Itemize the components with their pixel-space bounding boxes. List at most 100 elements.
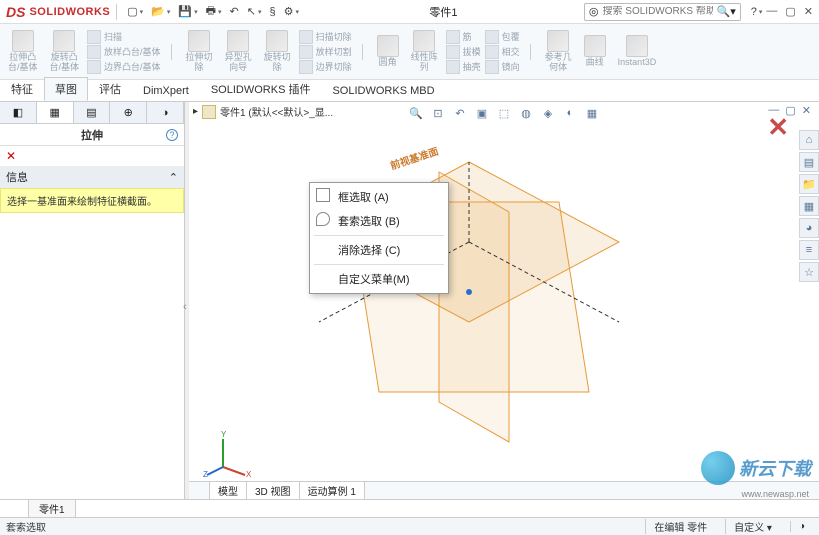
panel-tab-strip: ◧ ▦ ▤ ⊕ ◑ [0, 102, 184, 124]
rebuild-button[interactable]: § [265, 4, 279, 20]
linear-pattern-button[interactable]: 线性阵 列 [407, 28, 442, 75]
help-search-input[interactable] [603, 6, 713, 17]
loft-button[interactable]: 放样凸台/基体 [87, 45, 161, 59]
maximize-button[interactable]: ▢ [785, 5, 795, 18]
tab-3dview[interactable]: 3D 视图 [246, 481, 300, 499]
search-icon[interactable]: 🔍▾ [717, 5, 736, 18]
mirror-button[interactable]: 镜向 [485, 60, 520, 74]
curves-button[interactable]: 曲线 [580, 33, 610, 70]
panel-tab-config[interactable]: ▤ [74, 102, 111, 123]
undo-button[interactable]: ↶ [226, 3, 243, 20]
tab-motion-study[interactable]: 运动算例 1 [299, 481, 365, 499]
new-file-button[interactable]: ▢▾ [123, 3, 147, 20]
minimize-button[interactable]: — [766, 5, 777, 18]
panel-tab-feature-tree[interactable]: ◧ [0, 102, 37, 123]
part-icon [202, 105, 216, 119]
help-search[interactable]: ◎ 🔍▾ [584, 3, 741, 21]
task-view-palette-icon[interactable]: ▦ [799, 196, 819, 216]
print-button[interactable]: 🖶▾ [202, 0, 226, 23]
select-button[interactable]: ↖▾ [243, 3, 266, 20]
options-button[interactable]: ⚙▾ [280, 3, 303, 20]
draft-button[interactable]: 拔模 [446, 45, 481, 59]
open-file-button[interactable]: 📂▾ [147, 3, 174, 20]
save-button[interactable]: 💾▾ [174, 3, 201, 20]
task-properties-icon[interactable]: ≡ [799, 240, 819, 260]
close-button[interactable]: ✕ [804, 5, 813, 18]
status-custom[interactable]: 自定义 ▾ [725, 519, 780, 534]
status-toggle-icon[interactable]: ◑ [790, 521, 813, 532]
feature-sub-group1: 筋 拔模 抽壳 [446, 30, 481, 74]
panel-tab-dimxpert[interactable]: ⊕ [110, 102, 147, 123]
scene-icon[interactable]: ▦ [583, 104, 601, 122]
pm-section-info[interactable]: 信息 ⌃ [0, 166, 184, 188]
boundary-button[interactable]: 边界凸台/基体 [87, 60, 161, 74]
expand-icon[interactable]: ▸ [193, 106, 198, 117]
hide-show-icon[interactable]: ◈ [539, 104, 557, 122]
pm-cancel-button[interactable]: ✕ [0, 146, 184, 166]
rib-button[interactable]: 筋 [446, 30, 481, 44]
pm-title: 拉伸 [81, 127, 103, 143]
status-bar: 套索选取 在编辑 零件 自定义 ▾ ◑ [0, 517, 819, 535]
status-edit-mode: 在编辑 零件 [645, 519, 715, 534]
section-view-icon[interactable]: ▣ [473, 104, 491, 122]
box-select-item[interactable]: 框选取 (A) [310, 185, 448, 209]
extrude-cut-button[interactable]: 拉伸切 除 [182, 28, 217, 75]
doc-close-icon[interactable]: ✕ [802, 104, 811, 117]
loft-cut-button[interactable]: 放样切割 [299, 45, 352, 59]
document-title: 零件1 [303, 4, 584, 20]
status-message: 套索选取 [6, 519, 46, 534]
tab-mbd[interactable]: SOLIDWORKS MBD [321, 81, 445, 101]
tab-dimxpert[interactable]: DimXpert [132, 81, 200, 101]
feature-sub-group2: 包覆 相交 镜向 [485, 30, 520, 74]
panel-tab-property-manager[interactable]: ▦ [37, 102, 74, 123]
graphics-viewport[interactable]: ▸ 零件1 (默认<<默认>_显... 🔍 ⊡ ↶ ▣ ⬚ ◍ ◈ ◐ ▦ — … [189, 102, 819, 499]
panel-tab-display[interactable]: ◑ [147, 102, 184, 123]
feature-breadcrumb[interactable]: ▸ 零件1 (默认<<默认>_显... [193, 104, 333, 119]
task-appearance-icon[interactable]: ◕ [799, 218, 819, 238]
app-name: SOLIDWORKS [29, 6, 110, 18]
ds-logo-icon: DS [6, 4, 25, 20]
task-home-icon[interactable]: ⌂ [799, 130, 819, 150]
help-button[interactable]: ?▾ [747, 4, 767, 20]
view-orientation-icon[interactable]: ⬚ [495, 104, 513, 122]
tab-evaluate[interactable]: 评估 [88, 77, 132, 101]
customize-menu-item[interactable]: 自定义菜单(M) [310, 267, 448, 291]
extrude-boss-button[interactable]: 拉伸凸 台/基体 [4, 28, 42, 75]
heads-up-toolbar: 🔍 ⊡ ↶ ▣ ⬚ ◍ ◈ ◐ ▦ [401, 102, 607, 124]
clear-selection-item[interactable]: 消除选择 (C) [310, 238, 448, 262]
shell-button[interactable]: 抽壳 [446, 60, 481, 74]
boundary-cut-button[interactable]: 边界切除 [299, 60, 352, 74]
cancel-feature-x[interactable]: ✕ [767, 112, 789, 143]
sweep-button[interactable]: 扫描 [87, 30, 161, 44]
tab-features[interactable]: 特征 [0, 77, 44, 101]
zoom-fit-icon[interactable]: 🔍 [407, 104, 425, 122]
edit-appearance-icon[interactable]: ◐ [561, 104, 579, 122]
pm-help-icon[interactable]: ? [166, 129, 178, 141]
task-forum-icon[interactable]: ☆ [799, 262, 819, 282]
watermark-url: www.newasp.net [741, 489, 809, 499]
app-logo: DS SOLIDWORKS [6, 4, 110, 20]
fillet-button[interactable]: 圆角 [373, 33, 403, 70]
revolve-cut-button[interactable]: 旋转切 除 [260, 28, 295, 75]
search-target-icon: ◎ [589, 5, 599, 18]
hole-wizard-button[interactable]: 异型孔 向导 [221, 28, 256, 75]
selection-context-menu: 框选取 (A) 套索选取 (B) 消除选择 (C) 自定义菜单(M) [309, 182, 449, 294]
wrap-button[interactable]: 包覆 [485, 30, 520, 44]
tab-model[interactable]: 模型 [209, 481, 247, 499]
lasso-select-item[interactable]: 套索选取 (B) [310, 209, 448, 233]
instant3d-button[interactable]: Instant3D [614, 33, 661, 70]
zoom-area-icon[interactable]: ⊡ [429, 104, 447, 122]
revolve-boss-button[interactable]: 旋转凸 台/基体 [46, 28, 84, 75]
task-file-explorer-icon[interactable]: 📁 [799, 174, 819, 194]
intersect-button[interactable]: 相交 [485, 45, 520, 59]
task-pane-strip: ⌂ ▤ 📁 ▦ ◕ ≡ ☆ [799, 130, 819, 282]
tab-addins[interactable]: SOLIDWORKS 插件 [200, 77, 322, 101]
sweep-cut-button[interactable]: 扫描切除 [299, 30, 352, 44]
pm-info-message: 选择一基准面来绘制特征横截面。 [0, 188, 184, 213]
tab-sketch[interactable]: 草图 [44, 77, 88, 101]
doc-tab-part1[interactable]: 零件1 [28, 499, 76, 518]
task-library-icon[interactable]: ▤ [799, 152, 819, 172]
ref-geometry-button[interactable]: 参考几 何体 [541, 28, 576, 75]
prev-view-icon[interactable]: ↶ [451, 104, 469, 122]
display-style-icon[interactable]: ◍ [517, 104, 535, 122]
